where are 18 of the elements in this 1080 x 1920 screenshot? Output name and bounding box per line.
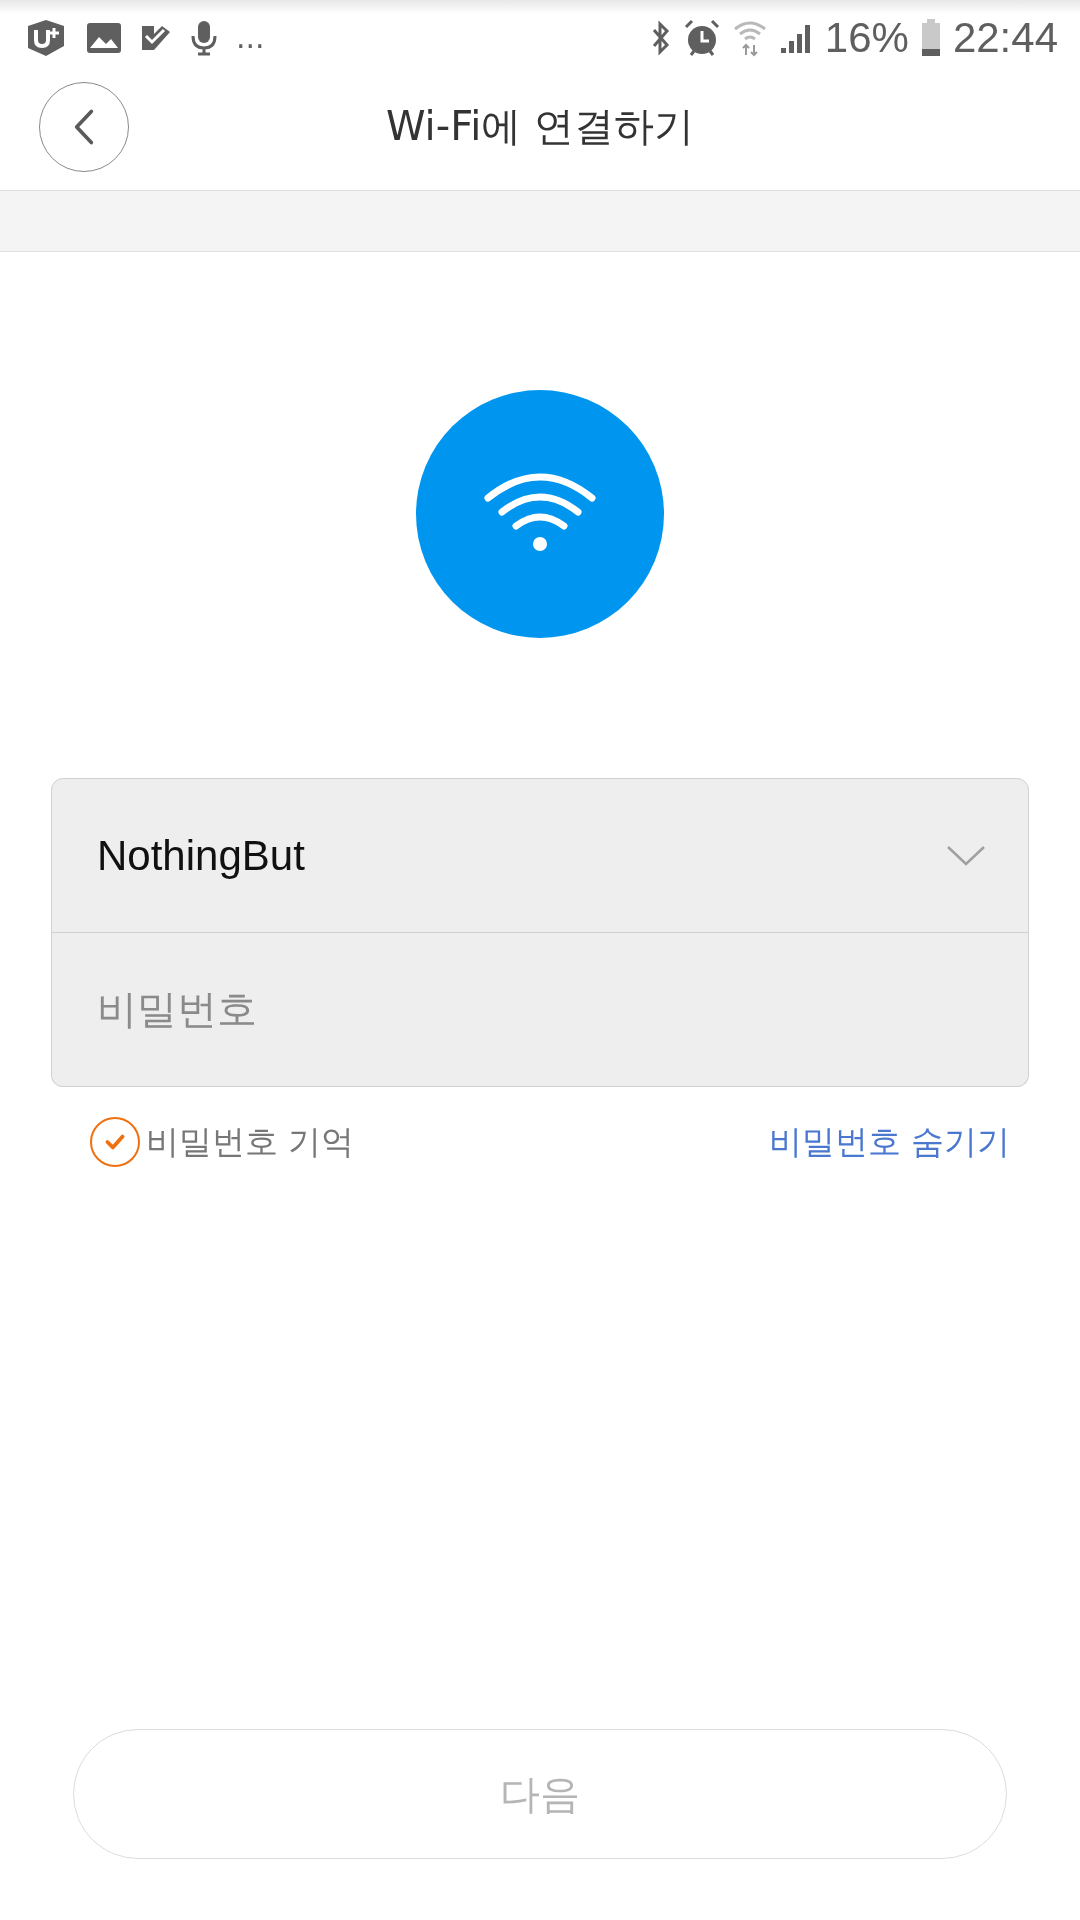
microphone-icon xyxy=(190,19,218,56)
more-notifications: ... xyxy=(236,22,265,53)
alarm-icon xyxy=(682,18,721,57)
remember-password-label: 비밀번호 기억 xyxy=(146,1120,355,1163)
battery-icon xyxy=(920,18,941,57)
remember-checkbox[interactable] xyxy=(90,1117,140,1167)
wifi-signal-icon xyxy=(732,18,767,57)
image-icon xyxy=(86,21,122,54)
back-icon xyxy=(73,108,95,146)
battery-percentage: 16% xyxy=(824,16,909,59)
chevron-down-icon xyxy=(946,844,986,867)
wifi-icon xyxy=(416,390,664,638)
page-title: Wi-Fi에 연결하기 xyxy=(385,102,695,151)
password-field[interactable]: 비밀번호 xyxy=(51,933,1029,1087)
clock-time: 22:44 xyxy=(952,16,1058,59)
hide-password-link[interactable]: 비밀번호 숨기기 xyxy=(768,1119,1010,1165)
bluetooth-icon xyxy=(650,19,671,56)
network-dropdown[interactable]: NothingBut xyxy=(51,778,1029,933)
